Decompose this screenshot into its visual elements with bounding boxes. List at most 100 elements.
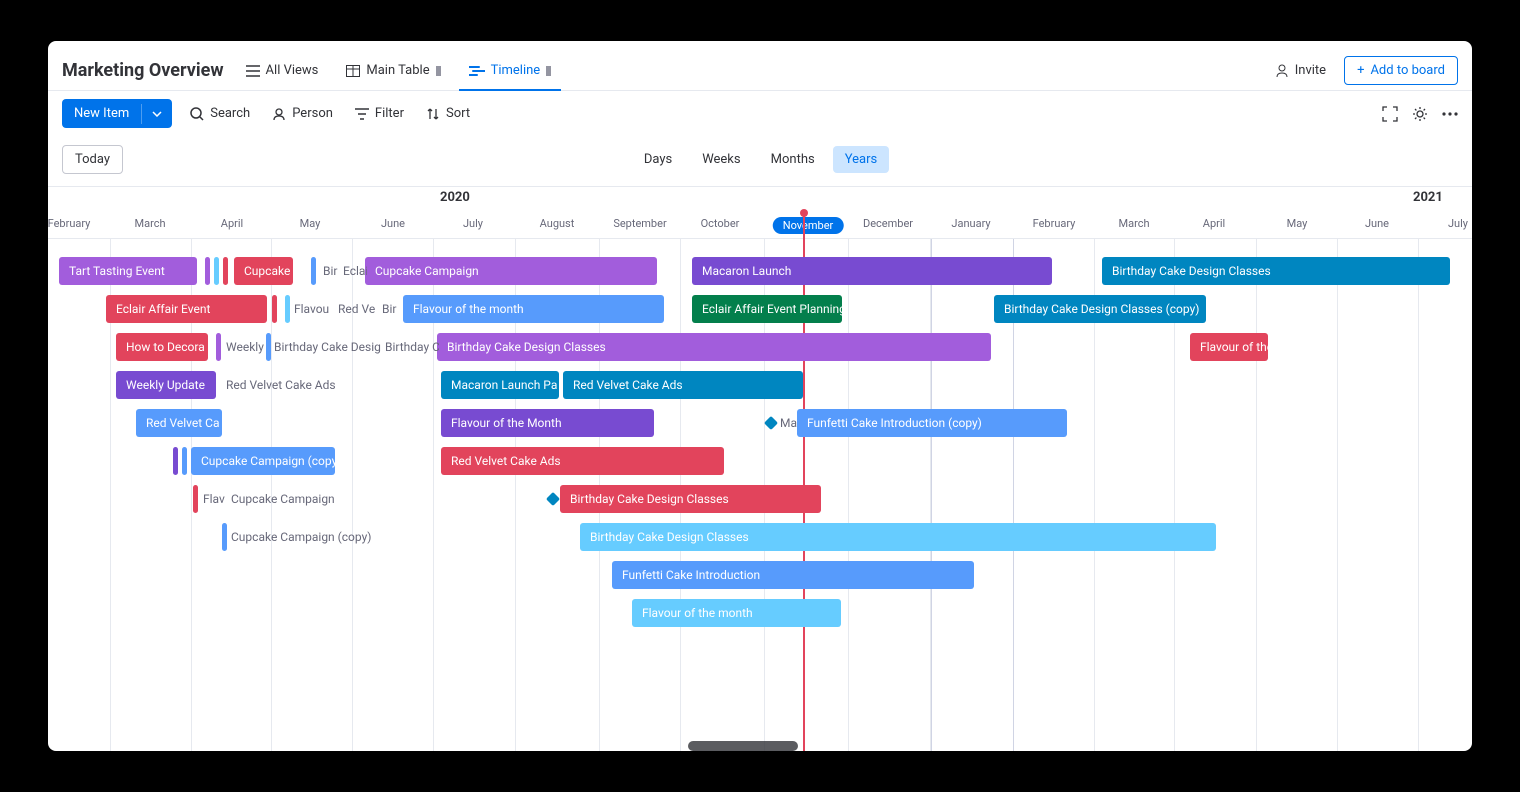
chevron-down-icon[interactable] bbox=[141, 104, 172, 124]
collapsed-bar-label[interactable]: Red Velvet Cake Ads bbox=[226, 371, 376, 399]
month-label: June bbox=[353, 217, 433, 230]
timeline-chip[interactable] bbox=[216, 333, 221, 361]
timeline-bar[interactable]: Red Velvet Ca bbox=[136, 409, 222, 437]
collapsed-bar-label[interactable]: Weekly bbox=[226, 333, 266, 361]
timeline-bar[interactable]: How to Decora bbox=[116, 333, 208, 361]
collapsed-bar-label[interactable]: Ma bbox=[780, 409, 798, 437]
gear-icon[interactable] bbox=[1412, 106, 1428, 122]
filter-button[interactable]: Filter bbox=[351, 102, 408, 125]
timeline-bar[interactable]: Birthday Cake Design Classes bbox=[437, 333, 991, 361]
timeline-bar[interactable]: Birthday Cake Design Classes bbox=[1102, 257, 1450, 285]
scale-days[interactable]: Days bbox=[632, 146, 684, 173]
timeline-chip[interactable] bbox=[173, 447, 178, 475]
timeline-chip[interactable] bbox=[311, 257, 316, 285]
sort-label: Sort bbox=[446, 106, 470, 121]
timeline-bar[interactable]: Flavour of the bbox=[1190, 333, 1268, 361]
scale-weeks[interactable]: Weeks bbox=[690, 146, 752, 173]
timeline-bar[interactable]: Birthday Cake Design Classes bbox=[580, 523, 1216, 551]
new-item-button[interactable]: New Item bbox=[62, 99, 172, 128]
collapsed-bar-label[interactable]: Flav bbox=[203, 485, 229, 513]
fullscreen-icon[interactable] bbox=[1382, 106, 1398, 122]
toolbar: New Item Search Person Filter Sort bbox=[48, 91, 1472, 137]
timeline-chip[interactable] bbox=[182, 447, 187, 475]
collapsed-bar-label[interactable]: Eclai bbox=[343, 257, 367, 285]
today-button[interactable]: Today bbox=[62, 145, 123, 174]
timeline-chip[interactable] bbox=[272, 295, 277, 323]
sort-button[interactable]: Sort bbox=[422, 102, 474, 125]
pin-icon bbox=[546, 66, 551, 76]
list-icon bbox=[246, 65, 260, 77]
timeline-chip[interactable] bbox=[222, 523, 227, 551]
app-window: { "header": { "title": "Marketing Overvi… bbox=[48, 41, 1472, 751]
timeline-chip[interactable] bbox=[223, 257, 228, 285]
timeline-bar[interactable]: Flavour of the month bbox=[632, 599, 841, 627]
collapsed-bar-label[interactable]: Red Ve bbox=[338, 295, 378, 323]
pin-icon bbox=[436, 66, 441, 76]
month-label: December bbox=[848, 217, 928, 230]
invite-label: Invite bbox=[1295, 63, 1326, 78]
collapsed-bar-label[interactable]: Bir bbox=[382, 295, 400, 323]
person-icon bbox=[272, 107, 286, 121]
month-label: May bbox=[1257, 217, 1337, 230]
timeline-bar[interactable]: Macaron Launch bbox=[692, 257, 1052, 285]
timeline-bar[interactable]: Cupcake Campaign (copy bbox=[191, 447, 335, 475]
view-all-views-label: All Views bbox=[266, 63, 319, 78]
month-label: October bbox=[680, 217, 760, 230]
timeline-bar[interactable]: Funfetti Cake Introduction (copy) bbox=[797, 409, 1067, 437]
collapsed-bar-label[interactable]: Cupcake Campaign bbox=[231, 485, 381, 513]
month-label: November bbox=[773, 217, 844, 234]
person-filter-button[interactable]: Person bbox=[268, 102, 337, 125]
timeline-bar[interactable]: Macaron Launch Pa bbox=[441, 371, 559, 399]
view-all-views[interactable]: All Views bbox=[236, 51, 329, 90]
view-main-table[interactable]: Main Table bbox=[336, 51, 450, 90]
timeline-bar[interactable]: Flavour of the Month bbox=[441, 409, 654, 437]
timeline-bar[interactable]: Eclair Affair Event bbox=[106, 295, 267, 323]
plus-icon: + bbox=[1357, 63, 1364, 78]
invite-button[interactable]: Invite bbox=[1265, 57, 1336, 84]
timeline-bars: Tart Tasting Event Cupcake Cupcake Campaig… bbox=[48, 247, 1472, 751]
month-label: February bbox=[1014, 217, 1094, 230]
timeline-view[interactable]: 20202021 FebruaryMarchAprilMayJuneJulyAu… bbox=[48, 186, 1472, 751]
timeline-bar[interactable]: Red Velvet Cake Ads bbox=[441, 447, 724, 475]
timeline-bar[interactable]: Funfetti Cake Introduction bbox=[612, 561, 974, 589]
search-icon bbox=[190, 107, 204, 121]
month-label: February bbox=[48, 217, 109, 230]
year-label: 2020 bbox=[440, 190, 470, 205]
horizontal-scrollbar[interactable] bbox=[688, 741, 798, 751]
collapsed-bar-label[interactable]: Bir bbox=[323, 257, 341, 285]
more-icon[interactable] bbox=[1442, 112, 1458, 116]
timeline-bar[interactable]: Tart Tasting Event bbox=[59, 257, 197, 285]
scale-months[interactable]: Months bbox=[759, 146, 827, 173]
timeline-bar[interactable]: Birthday Cake Design Classes bbox=[560, 485, 821, 513]
add-to-board-button[interactable]: + Add to board bbox=[1344, 56, 1458, 85]
table-icon bbox=[346, 65, 360, 77]
timeline-chip[interactable] bbox=[205, 257, 210, 285]
scale-years[interactable]: Years bbox=[833, 146, 889, 173]
collapsed-bar-label[interactable]: Flavou bbox=[294, 295, 334, 323]
view-timeline[interactable]: Timeline bbox=[459, 51, 562, 90]
collapsed-bar-label[interactable]: Cupcake Campaign (copy) bbox=[231, 523, 411, 551]
timeline-bar[interactable]: Cupcake Campaign bbox=[365, 257, 657, 285]
month-header: FebruaryMarchAprilMayJuneJulyAugustSepte… bbox=[48, 211, 1472, 239]
year-header: 20202021 bbox=[48, 187, 1472, 211]
timeline-bar[interactable]: Eclair Affair Event Planning bbox=[692, 295, 842, 323]
timeline-chip[interactable] bbox=[266, 333, 271, 361]
month-label: April bbox=[192, 217, 272, 230]
timeline-bar[interactable]: Weekly Update bbox=[116, 371, 216, 399]
milestone-diamond[interactable] bbox=[546, 492, 560, 506]
timeline-chip[interactable] bbox=[193, 485, 198, 513]
timeline-bar[interactable]: Flavour of the month bbox=[403, 295, 664, 323]
timeline-chip[interactable] bbox=[214, 257, 219, 285]
timeline-chip[interactable] bbox=[285, 295, 290, 323]
timeline-controls: Today Days Weeks Months Years bbox=[48, 137, 1472, 186]
filter-label: Filter bbox=[375, 106, 404, 121]
collapsed-bar-label[interactable]: Birthday Cake Desig bbox=[274, 333, 382, 361]
timeline-bar[interactable]: Red Velvet Cake Ads bbox=[563, 371, 803, 399]
timeline-bar[interactable]: Cupcake bbox=[234, 257, 293, 285]
view-main-table-label: Main Table bbox=[366, 63, 429, 78]
collapsed-bar-label[interactable]: Birthday Ca bbox=[385, 333, 439, 361]
timeline-bar[interactable]: Birthday Cake Design Classes (copy) bbox=[994, 295, 1206, 323]
search-button[interactable]: Search bbox=[186, 102, 254, 125]
milestone-diamond[interactable] bbox=[764, 416, 778, 430]
month-label: January bbox=[931, 217, 1011, 230]
